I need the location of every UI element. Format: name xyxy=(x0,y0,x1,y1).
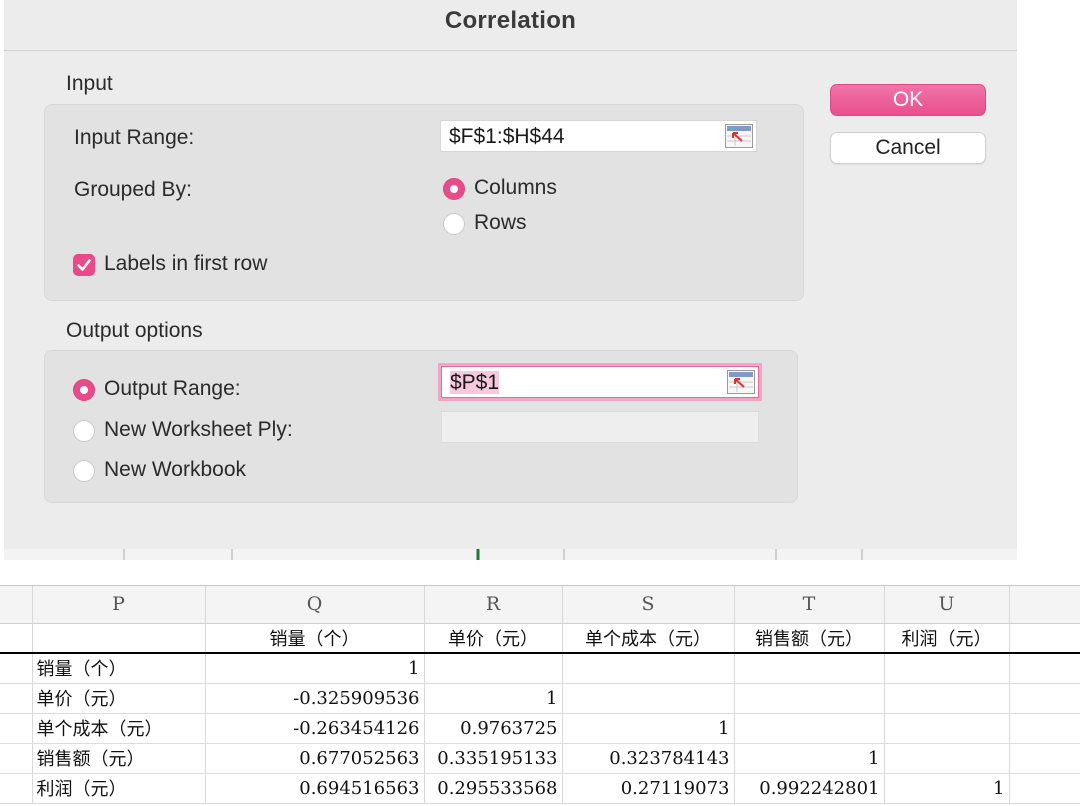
table-cell[interactable]: 0.694516563 xyxy=(205,773,425,804)
column-header-s[interactable]: S xyxy=(562,586,735,624)
grouped-by-label: Grouped By: xyxy=(74,178,192,201)
dialog-titlebar: Correlation xyxy=(4,0,1017,51)
table-cell[interactable] xyxy=(884,743,1010,774)
row-gutter xyxy=(0,743,33,774)
table-cell[interactable]: 销售额（元） xyxy=(32,743,206,774)
table-cell[interactable]: 0.323784143 xyxy=(562,743,735,774)
table-row: 销量（个） 1 xyxy=(0,653,1080,684)
column-header-q[interactable]: Q xyxy=(205,586,425,624)
table-cell[interactable] xyxy=(562,653,735,684)
table-cell[interactable]: 0.295533568 xyxy=(424,773,563,804)
table-cell[interactable] xyxy=(734,653,885,684)
table-cell[interactable]: 0.677052563 xyxy=(205,743,425,774)
row-gutter xyxy=(0,683,33,714)
table-cell[interactable] xyxy=(1009,743,1080,774)
new-worksheet-field[interactable] xyxy=(441,411,759,443)
table-cell[interactable]: 1 xyxy=(562,713,735,744)
dialog-title: Correlation xyxy=(444,7,577,34)
table-cell[interactable] xyxy=(1009,653,1080,684)
correlation-dialog: Correlation Input Input Range: $F$1:$H$4… xyxy=(4,0,1017,560)
table-cell[interactable]: 单个成本（元） xyxy=(562,623,735,654)
column-header-blank xyxy=(1009,586,1080,624)
columns-radio-label[interactable]: Columns xyxy=(474,176,557,200)
output-section-label: Output options xyxy=(66,319,203,342)
table-header-row: 销量（个） 单价（元） 单个成本（元） 销售额（元） 利润（元） xyxy=(0,623,1080,654)
output-range-value: $P$1 xyxy=(450,371,500,394)
rows-radio[interactable] xyxy=(443,213,465,235)
column-header-p[interactable]: P xyxy=(32,586,206,624)
column-header-u[interactable]: U xyxy=(884,586,1010,624)
rows-radio-label[interactable]: Rows xyxy=(474,211,527,235)
column-header-row: P Q R S T U xyxy=(0,586,1080,624)
row-gutter xyxy=(0,623,33,654)
sheet-peek xyxy=(4,548,1017,560)
table-cell[interactable]: 1 xyxy=(734,743,885,774)
table-cell[interactable] xyxy=(562,683,735,714)
checkmark-icon xyxy=(77,259,91,271)
new-workbook-radio[interactable] xyxy=(73,460,95,482)
table-row: 销售额（元） 0.677052563 0.335195133 0.3237841… xyxy=(0,743,1080,774)
correlation-table: P Q R S T U 销量（个） 单价（元） 单个成本（元） 销售额（元） 利… xyxy=(0,586,1080,804)
input-range-label: Input Range: xyxy=(74,126,195,149)
cancel-button[interactable]: Cancel xyxy=(830,132,986,164)
table-cell[interactable] xyxy=(32,623,206,654)
table-cell[interactable]: 单价（元） xyxy=(424,623,563,654)
input-section-label: Input xyxy=(66,72,113,95)
table-cell[interactable]: 1 xyxy=(884,773,1010,804)
new-workbook-label[interactable]: New Workbook xyxy=(104,458,246,482)
input-range-value: $F$1:$H$44 xyxy=(449,125,565,148)
column-header-gutter xyxy=(0,586,33,624)
row-gutter xyxy=(0,653,33,684)
table-cell[interactable] xyxy=(884,713,1010,744)
table-cell[interactable] xyxy=(734,713,885,744)
table-row: 利润（元） 0.694516563 0.295533568 0.27119073… xyxy=(0,773,1080,804)
table-cell[interactable]: 利润（元） xyxy=(32,773,206,804)
table-cell[interactable] xyxy=(884,683,1010,714)
row-gutter xyxy=(0,713,33,744)
table-cell[interactable]: 单价（元） xyxy=(32,683,206,714)
table-cell[interactable]: 利润（元） xyxy=(884,623,1010,654)
spreadsheet: P Q R S T U 销量（个） 单价（元） 单个成本（元） 销售额（元） 利… xyxy=(0,585,1080,806)
new-worksheet-label[interactable]: New Worksheet Ply: xyxy=(104,418,293,442)
row-gutter xyxy=(0,773,33,804)
table-cell[interactable]: -0.325909536 xyxy=(205,683,425,714)
range-selector-icon[interactable] xyxy=(725,124,753,148)
table-cell[interactable]: 0.9763725 xyxy=(424,713,563,744)
new-worksheet-radio[interactable] xyxy=(73,420,95,442)
table-row: 单价（元） -0.325909536 1 xyxy=(0,683,1080,714)
column-header-t[interactable]: T xyxy=(734,586,885,624)
columns-radio[interactable] xyxy=(443,178,465,200)
table-cell[interactable]: 单个成本（元） xyxy=(32,713,206,744)
input-range-field[interactable]: $F$1:$H$44 xyxy=(440,120,757,152)
table-cell[interactable]: 销量（个） xyxy=(205,623,425,654)
input-group: Input Range: $F$1:$H$44 Grouped By: Colu… xyxy=(44,104,804,301)
output-range-radio[interactable] xyxy=(73,379,95,401)
table-cell[interactable]: 1 xyxy=(205,653,425,684)
labels-checkbox[interactable] xyxy=(73,254,95,276)
table-cell[interactable]: 销量（个） xyxy=(32,653,206,684)
table-cell[interactable] xyxy=(1009,713,1080,744)
labels-checkbox-label[interactable]: Labels in first row xyxy=(104,252,267,276)
table-cell[interactable] xyxy=(424,653,563,684)
table-cell[interactable]: -0.263454126 xyxy=(205,713,425,744)
table-cell[interactable]: 1 xyxy=(424,683,563,714)
table-cell[interactable]: 销售额（元） xyxy=(734,623,885,654)
table-cell[interactable] xyxy=(884,653,1010,684)
table-cell[interactable] xyxy=(1009,683,1080,714)
table-cell[interactable]: 0.27119073 xyxy=(562,773,735,804)
range-selector-icon[interactable] xyxy=(727,370,755,394)
output-range-field[interactable]: $P$1 xyxy=(441,366,759,398)
table-cell[interactable]: 0.992242801 xyxy=(734,773,885,804)
output-range-label[interactable]: Output Range: xyxy=(104,377,241,401)
table-cell[interactable] xyxy=(734,683,885,714)
column-header-r[interactable]: R xyxy=(424,586,563,624)
table-row: 单个成本（元） -0.263454126 0.9763725 1 xyxy=(0,713,1080,744)
ok-button[interactable]: OK xyxy=(830,84,986,116)
table-cell[interactable]: 0.335195133 xyxy=(424,743,563,774)
output-group: Output Range: $P$1 New Worksheet Ply: Ne… xyxy=(44,350,798,503)
table-cell[interactable] xyxy=(1009,623,1080,654)
table-cell[interactable] xyxy=(1009,773,1080,804)
